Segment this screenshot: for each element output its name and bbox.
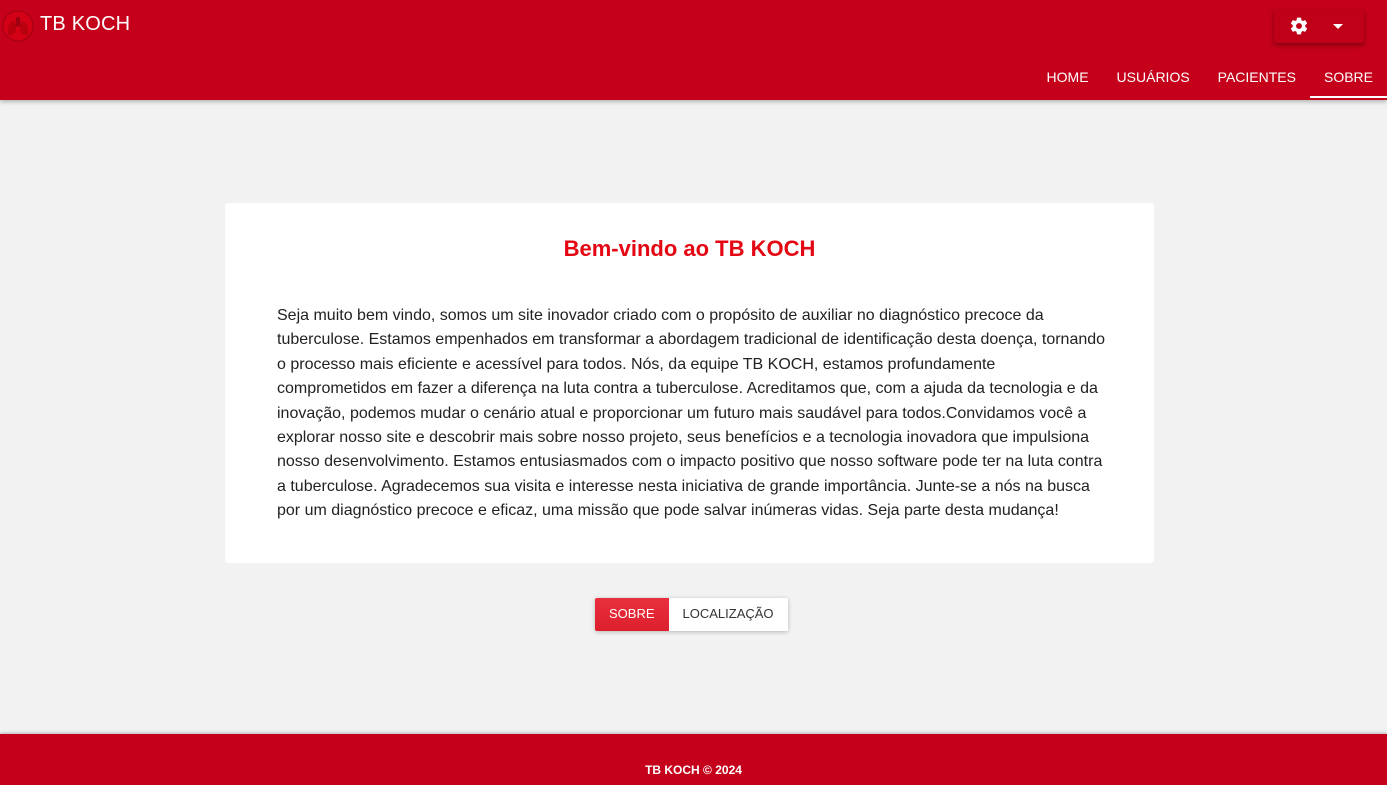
caret-down-icon — [1333, 24, 1343, 29]
main-nav: HOME USUÁRIOS PACIENTES SOBRE — [1033, 58, 1387, 100]
page-title: Bem-vindo ao TB KOCH — [563, 236, 816, 261]
nav-item-pacientes[interactable]: PACIENTES — [1204, 58, 1310, 98]
lungs-logo-icon[interactable] — [2, 10, 34, 42]
tab-localizacao[interactable]: LOCALIZAÇÃO — [668, 598, 788, 631]
nav-item-usuarios[interactable]: USUÁRIOS — [1103, 58, 1204, 98]
page-footer: TB KOCH © 2024 — [0, 734, 1387, 785]
tab-sobre[interactable]: SOBRE — [595, 598, 669, 631]
welcome-card: Bem-vindo ao TB KOCH Seja muito bem vind… — [225, 203, 1154, 563]
about-text: Seja muito bem vindo, somos um site inov… — [277, 307, 1106, 520]
nav-item-sobre[interactable]: SOBRE — [1309, 58, 1387, 98]
settings-dropdown-button[interactable] — [1274, 10, 1364, 43]
gear-icon — [1290, 17, 1308, 35]
nav-item-home[interactable]: HOME — [1033, 58, 1103, 98]
footer-copyright: TB KOCH © 2024 — [645, 763, 742, 777]
brand-title[interactable]: TB KOCH — [40, 13, 130, 36]
section-tabs: SOBRE LOCALIZAÇÃO — [595, 598, 788, 631]
top-header: TB KOCH HOME USUÁRIOS PACIENTES SOBRE — [0, 0, 1387, 100]
